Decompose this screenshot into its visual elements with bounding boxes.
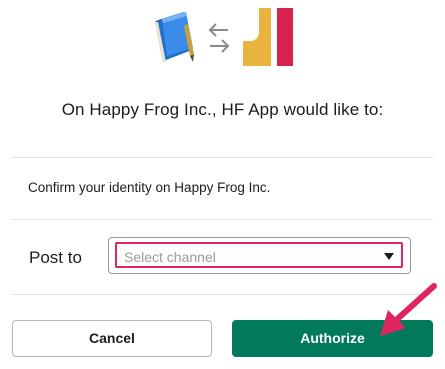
cancel-button[interactable]: Cancel [12, 320, 212, 357]
book-icon [155, 12, 194, 62]
divider [12, 157, 433, 158]
divider [12, 219, 433, 220]
page-title: On Happy Frog Inc., HF App would like to… [61, 100, 384, 119]
permission-item: Confirm your identity on Happy Frog Inc. [28, 180, 271, 195]
oauth-authorize-dialog: On Happy Frog Inc., HF App would like to… [0, 0, 445, 369]
header-icons [0, 8, 445, 66]
swap-arrows-icon [208, 23, 230, 53]
post-to-label: Post to [29, 248, 82, 267]
channel-select-placeholder: Select channel [124, 249, 216, 265]
caret-down-icon[interactable] [384, 253, 394, 261]
hf-app-logo-icon [243, 8, 293, 66]
channel-select-highlight: Select channel [115, 242, 403, 268]
channel-select[interactable]: Select channel [108, 237, 411, 274]
divider [12, 294, 433, 295]
annotation-arrow-icon [380, 283, 437, 336]
